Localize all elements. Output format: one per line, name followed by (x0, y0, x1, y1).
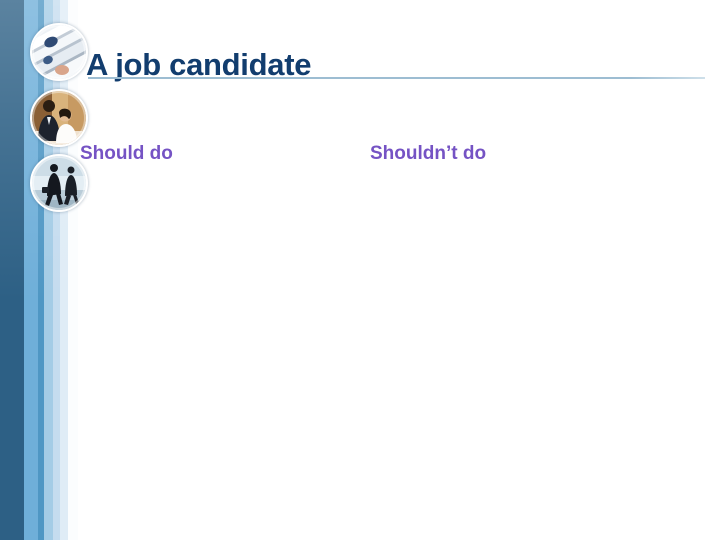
sidebar-stripe-band (0, 0, 78, 540)
stripe-dark-blue (0, 0, 24, 540)
stripe-medium-blue (24, 0, 38, 540)
stripe-pale-blue (53, 0, 60, 540)
photo-interview-pair (30, 89, 88, 147)
photo-interview-pair-image (32, 91, 86, 145)
stripe-off-white (68, 0, 78, 540)
photo-walking-professionals-image (32, 156, 86, 210)
column-body-shouldnt-do (370, 175, 680, 515)
stripe-light-blue (44, 0, 53, 540)
column-heading-should-do: Should do (80, 143, 173, 164)
column-heading-shouldnt-do: Shouldn’t do (370, 143, 487, 164)
column-body-should-do (80, 175, 350, 515)
slide-canvas: A job candidate Should do Shouldn’t do (0, 0, 720, 540)
photo-rolled-blueprints-image (32, 25, 86, 79)
stripe-near-white-blue (60, 0, 68, 540)
title-underline-rule (88, 77, 705, 79)
photo-rolled-blueprints (30, 23, 88, 81)
